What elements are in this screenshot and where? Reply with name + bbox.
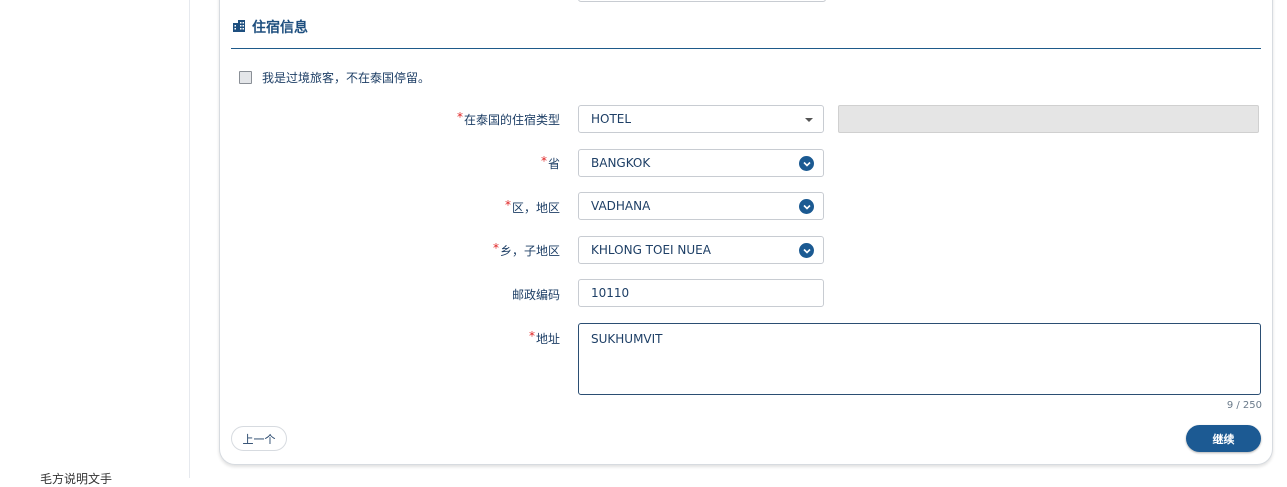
postal-code-label: 邮政编码 <box>511 288 560 302</box>
previous-button[interactable]: 上一个 <box>231 426 287 451</box>
previous-field-stub[interactable] <box>578 0 826 2</box>
required-mark: * <box>528 329 535 343</box>
province-value: BANGKOK <box>591 156 651 170</box>
accommodation-type-select[interactable]: HOTEL <box>578 105 824 133</box>
district-label: *区，地区 <box>504 198 560 215</box>
chevron-down-icon <box>799 156 814 171</box>
province-label: *省 <box>540 154 560 171</box>
district-select[interactable]: VADHANA <box>578 192 824 220</box>
address-label: *地址 <box>528 329 560 346</box>
caret-down-icon <box>805 118 813 122</box>
sidebar-cut-text[interactable]: 毛方说明文手 <box>40 470 112 487</box>
section-divider <box>231 48 1261 49</box>
required-mark: * <box>504 198 511 212</box>
required-mark: * <box>456 110 463 124</box>
postal-code-value: 10110 <box>591 286 630 300</box>
section-header: 住宿信息 <box>232 17 308 37</box>
chevron-down-icon <box>799 199 814 214</box>
accommodation-type-value: HOTEL <box>591 112 632 126</box>
accommodation-type-label: *在泰国的住宿类型 <box>456 110 560 127</box>
district-value: VADHANA <box>591 199 651 213</box>
required-mark: * <box>540 154 547 168</box>
transit-option[interactable]: 我是过境旅客，不在泰国停留。 <box>239 69 430 86</box>
continue-button[interactable]: 继续 <box>1186 425 1261 452</box>
required-mark: * <box>492 241 499 255</box>
transit-checkbox[interactable] <box>239 71 252 84</box>
section-title: 住宿信息 <box>252 20 308 36</box>
postal-code-input[interactable]: 10110 <box>578 279 824 307</box>
address-textarea[interactable]: SUKHUMVIT <box>578 323 1261 395</box>
subdistrict-label: *乡，子地区 <box>492 241 560 258</box>
subdistrict-select[interactable]: KHLONG TOEI NUEA <box>578 236 824 264</box>
building-icon <box>232 19 246 36</box>
sidebar: 毛方说明文手 <box>0 0 190 486</box>
province-select[interactable]: BANGKOK <box>578 149 824 177</box>
address-char-counter: 9 / 250 <box>1226 400 1262 411</box>
transit-label: 我是过境旅客，不在泰国停留。 <box>262 71 431 85</box>
accommodation-card: 住宿信息 我是过境旅客，不在泰国停留。 *在泰国的住宿类型 HOTEL *省 B… <box>219 0 1273 465</box>
accommodation-detail-field-disabled <box>838 105 1259 133</box>
chevron-down-icon <box>799 243 814 258</box>
subdistrict-value: KHLONG TOEI NUEA <box>591 243 711 257</box>
